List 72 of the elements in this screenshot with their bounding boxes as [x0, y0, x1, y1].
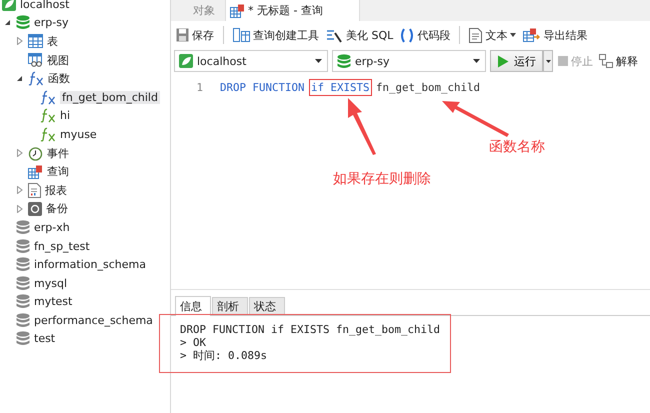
expanded-icon[interactable] — [16, 75, 23, 82]
message-line: DROP FUNCTION if EXISTS fn_get_bom_child — [180, 323, 442, 336]
function-name: fn_get_bom_child — [375, 80, 482, 96]
run-button[interactable]: 运行 — [490, 50, 543, 72]
play-icon — [497, 54, 509, 68]
diagram-icon — [599, 54, 613, 68]
tab[interactable]: 剖析 — [212, 297, 248, 315]
tree-item[interactable]: myuse — [0, 125, 170, 144]
tree-item[interactable]: 报表 — [45, 182, 67, 198]
collapsed-icon[interactable] — [16, 37, 22, 46]
annotation-text: 函数名称 — [489, 138, 545, 156]
tab[interactable]: 状态 — [249, 297, 285, 315]
export-icon — [523, 28, 540, 42]
connection-icon — [179, 54, 193, 68]
caret-icon — [473, 59, 480, 63]
tree-item[interactable]: 表 — [47, 34, 58, 49]
tree-item[interactable]: 查询 — [47, 164, 69, 180]
toolbar-button[interactable]: 代码段 — [399, 26, 452, 44]
explain-button[interactable]: 解释 — [598, 52, 639, 70]
document-icon — [469, 28, 482, 42]
view-icon — [28, 53, 43, 68]
message-line: > 时间: 0.089s — [180, 349, 268, 362]
function-icon — [40, 126, 56, 142]
save-icon — [176, 28, 189, 42]
function-icon — [28, 71, 44, 86]
tree-item[interactable]: fn_get_bom_child — [0, 88, 170, 107]
query-icon — [28, 164, 43, 179]
tree-item[interactable]: fn_sp_test — [34, 240, 90, 253]
sql-keyword: if EXISTS — [309, 79, 372, 96]
tab[interactable]: 信息 — [175, 296, 211, 316]
line-number: 1 — [195, 81, 203, 94]
caret-icon — [546, 60, 550, 62]
backup-icon — [28, 202, 42, 216]
toolbar-button[interactable]: 查询创建工具 — [232, 26, 320, 44]
collapsed-icon[interactable] — [16, 186, 22, 194]
tree-item[interactable]: information_schema — [34, 258, 146, 272]
tree-item[interactable]: mysql — [34, 276, 67, 290]
caret-icon — [315, 59, 322, 63]
toolbar-button[interactable]: 文本 — [468, 26, 518, 44]
tree-item[interactable]: erp-sy — [34, 16, 68, 30]
tree-item[interactable]: test — [34, 332, 56, 346]
tree-item[interactable]: 事件 — [47, 146, 69, 161]
expanded-icon[interactable] — [4, 19, 11, 26]
message-line: > OK — [180, 336, 208, 349]
layout-icon — [233, 28, 250, 42]
table-icon — [28, 34, 43, 48]
tree-item[interactable]: 备份 — [46, 201, 68, 216]
tree-item[interactable]: erp-xh — [34, 220, 70, 234]
run-dropdown[interactable] — [543, 50, 553, 72]
wand-icon — [326, 28, 343, 42]
sql-keyword: DROP FUNCTION — [219, 80, 306, 96]
database-select[interactable]: erp-sy — [332, 50, 486, 72]
connection-select[interactable]: localhost — [174, 50, 328, 72]
function-icon — [40, 90, 56, 105]
toolbar-button[interactable]: 保存 — [175, 26, 215, 44]
function-icon — [40, 108, 56, 124]
tree-item[interactable]: 视图 — [47, 52, 69, 68]
tab[interactable]: * 无标题 - 查询 — [225, 0, 360, 21]
database-icon — [337, 54, 351, 68]
collapsed-icon[interactable] — [16, 204, 22, 213]
collapsed-icon[interactable] — [16, 149, 22, 158]
annotation-text: 如果存在则删除 — [333, 170, 431, 188]
toolbar-button[interactable]: 导出结果 — [522, 26, 588, 44]
document-icon — [28, 182, 41, 198]
tree-item[interactable]: mytest — [34, 295, 72, 308]
tree-item[interactable]: performance_schema — [34, 314, 153, 327]
tree-item[interactable]: 函数 — [48, 71, 70, 86]
tree-item[interactable]: hi — [0, 106, 170, 126]
stop-icon — [558, 56, 568, 66]
parentheses-icon — [400, 28, 414, 42]
clock-icon — [28, 146, 43, 161]
toolbar-button[interactable]: 美化 SQL — [325, 26, 394, 44]
